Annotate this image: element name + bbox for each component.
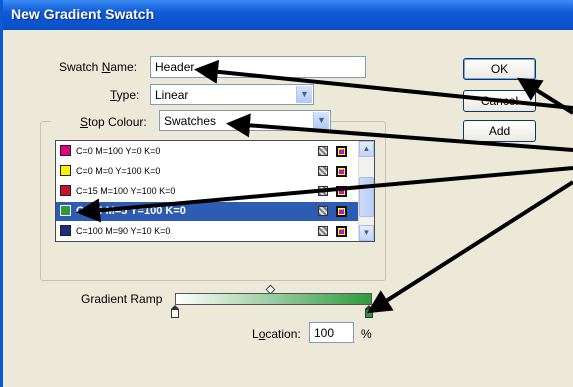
arrow-to-stop-colour — [226, 113, 573, 152]
arrow-to-ok-button — [516, 77, 573, 115]
arrow-to-end-stop — [366, 180, 573, 314]
annotation-arrows — [76, 59, 573, 314]
arrow-to-green-swatch — [76, 166, 573, 223]
arrow-to-swatch-name — [194, 59, 573, 110]
